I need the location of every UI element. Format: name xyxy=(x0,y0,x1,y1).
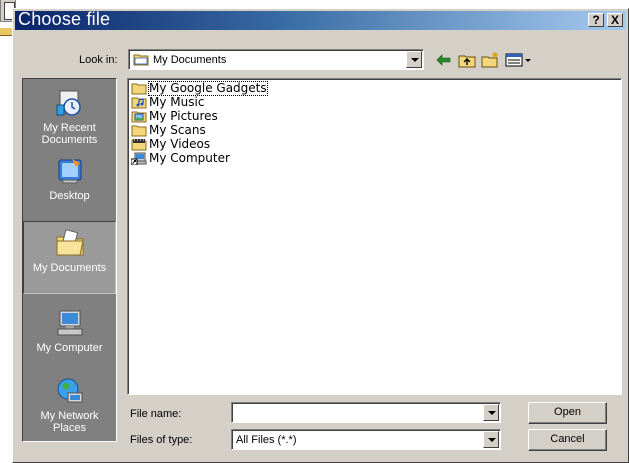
network-places-icon xyxy=(57,378,82,403)
folder-icon xyxy=(131,83,147,95)
back-arrow-icon[interactable] xyxy=(433,50,455,70)
file-type-label: Files of type: xyxy=(130,434,193,446)
place-label: Desktop xyxy=(49,190,90,202)
file-name: My Pictures xyxy=(149,109,218,123)
place-label: My Recent Documents xyxy=(41,122,98,146)
view-menu-icon[interactable] xyxy=(504,50,534,70)
list-item[interactable]: My Computer xyxy=(131,152,230,165)
place-my-documents[interactable]: My Documents xyxy=(23,221,116,294)
file-name-label: File name: xyxy=(130,408,182,420)
place-network-places[interactable]: My Network Places xyxy=(23,375,116,434)
title-bar[interactable]: Choose file ? X xyxy=(15,9,626,30)
file-name: My Music xyxy=(149,95,205,109)
music-folder-icon xyxy=(131,97,147,109)
chevron-down-icon[interactable] xyxy=(406,51,422,68)
list-item[interactable]: My Music xyxy=(131,96,204,109)
file-type-value: All Files (*.*) xyxy=(236,434,297,446)
place-desktop[interactable]: Desktop xyxy=(23,155,116,202)
pictures-folder-icon xyxy=(131,111,147,123)
dialog-title: Choose file xyxy=(18,9,111,29)
close-button[interactable]: X xyxy=(607,13,623,27)
cancel-button[interactable]: Cancel xyxy=(528,429,607,451)
videos-folder-icon xyxy=(131,139,147,151)
recent-documents-icon xyxy=(56,90,81,116)
list-item[interactable]: My Videos xyxy=(131,138,210,151)
place-label: My Network Places xyxy=(40,410,99,434)
choose-file-dialog: Choose file ? X Look in: My Documents My… xyxy=(12,8,629,463)
chevron-down-icon[interactable] xyxy=(483,431,499,448)
look-in-value: My Documents xyxy=(153,54,227,66)
desktop-icon xyxy=(58,159,81,184)
my-documents-icon xyxy=(56,229,84,256)
look-in-dropdown[interactable]: My Documents xyxy=(128,49,424,70)
file-list[interactable]: My Google Gadgets My Music My Pictures M… xyxy=(127,78,622,395)
chevron-down-icon[interactable] xyxy=(483,404,499,421)
places-bar: My Recent Documents Desktop My Documents xyxy=(22,78,117,442)
place-label: My Computer xyxy=(36,342,103,354)
list-item[interactable]: My Pictures xyxy=(131,110,218,123)
file-name: My Scans xyxy=(149,123,206,137)
file-name: My Videos xyxy=(149,137,211,151)
place-label: My Documents xyxy=(32,262,107,274)
list-item[interactable]: My Google Gadgets xyxy=(131,81,268,96)
my-computer-icon xyxy=(57,310,82,336)
file-name-combo[interactable] xyxy=(231,402,501,423)
place-recent-documents[interactable]: My Recent Documents xyxy=(23,87,116,146)
folder-icon xyxy=(133,54,149,66)
file-name: My Computer xyxy=(149,151,230,165)
help-button[interactable]: ? xyxy=(588,13,604,27)
list-item[interactable]: My Scans xyxy=(131,124,206,137)
place-my-computer[interactable]: My Computer xyxy=(23,307,116,354)
folder-icon xyxy=(131,125,147,137)
computer-shortcut-icon xyxy=(131,152,147,165)
file-type-dropdown[interactable]: All Files (*.*) xyxy=(231,429,501,450)
open-button[interactable]: Open xyxy=(528,402,607,424)
up-folder-icon[interactable] xyxy=(456,50,478,70)
new-folder-icon[interactable] xyxy=(479,50,501,70)
look-in-label: Look in: xyxy=(79,54,118,66)
file-name: My Google Gadgets xyxy=(148,81,268,96)
